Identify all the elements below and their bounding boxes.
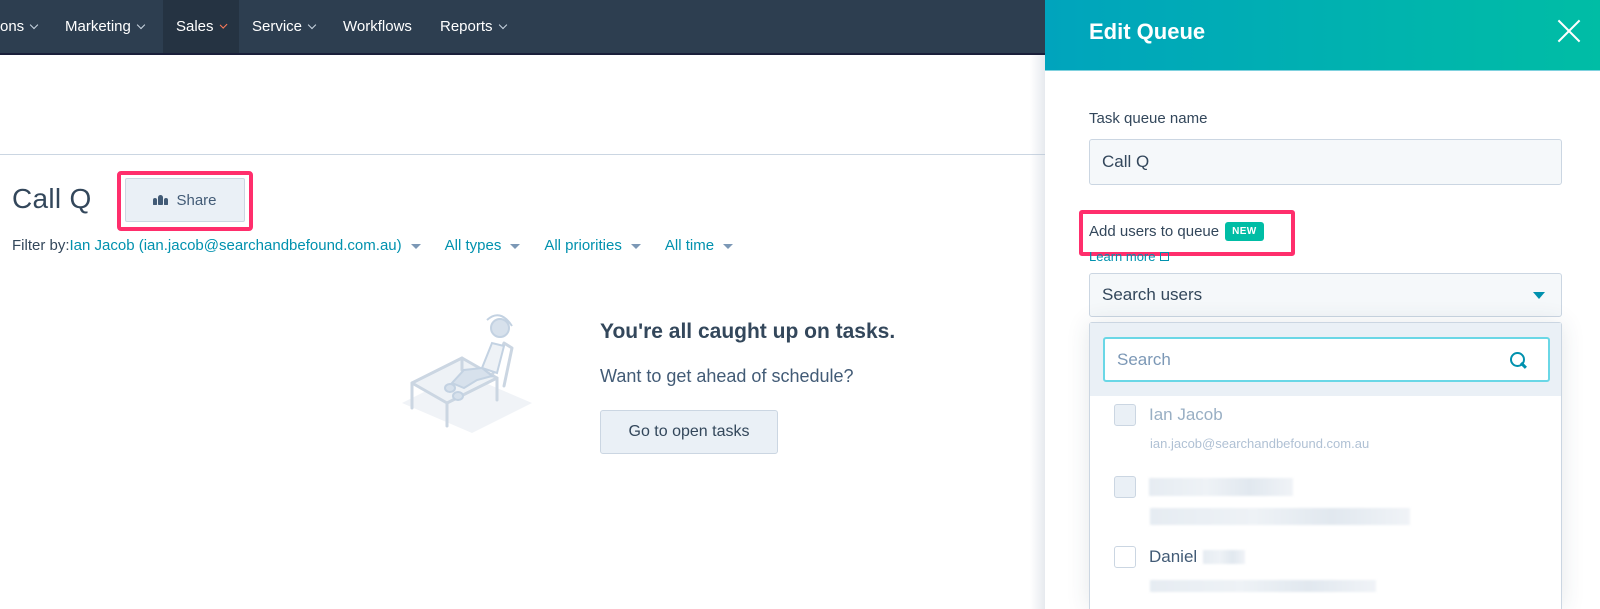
nav-item-label: Workflows	[343, 18, 412, 35]
edit-queue-panel: Edit Queue Task queue name Add users to …	[1045, 0, 1600, 609]
user-checkbox[interactable]	[1114, 546, 1136, 568]
redacted-user-surname	[1203, 550, 1246, 564]
empty-state-title: You're all caught up on tasks.	[600, 320, 896, 343]
divider	[0, 154, 1045, 155]
queue-name-label: Task queue name	[1089, 110, 1208, 127]
search-users-placeholder: Search users	[1102, 285, 1203, 304]
add-users-label: Add users to queue NEW	[1089, 222, 1264, 241]
priority-filter-label: All priorities	[544, 237, 622, 254]
relaxing-person-illustration	[402, 314, 532, 433]
add-users-label-text: Add users to queue	[1089, 223, 1220, 240]
search-icon[interactable]	[1510, 352, 1528, 370]
chevron-down-icon	[219, 20, 228, 29]
close-icon[interactable]	[1556, 18, 1582, 44]
users-dropdown-menu: Ian Jacob ian.jacob@searchandbefound.com…	[1089, 322, 1562, 609]
type-filter-label: All types	[444, 237, 502, 254]
owner-filter-label: Ian Jacob (ian.jacob@searchandbefound.co…	[69, 237, 402, 254]
share-button[interactable]: Share	[125, 178, 245, 222]
panel-title: Edit Queue	[1089, 19, 1206, 44]
chevron-down-icon	[307, 20, 317, 29]
share-button-label: Share	[176, 191, 217, 209]
user-option[interactable]: Ian Jacob	[1114, 404, 1223, 426]
priority-filter-dropdown[interactable]: All priorities	[544, 237, 641, 254]
chevron-down-icon	[498, 20, 507, 29]
redacted-user-email	[1150, 580, 1376, 592]
learn-more-label: Learn more	[1089, 250, 1156, 262]
user-email: ian.jacob@searchandbefound.com.au	[1150, 436, 1370, 451]
nav-item-marketing[interactable]: Marketing	[52, 0, 157, 53]
external-link-icon	[1160, 251, 1170, 261]
nav-item-sales[interactable]: Sales	[163, 0, 239, 53]
filter-label: Filter by:	[12, 237, 70, 254]
caret-down-icon	[510, 244, 521, 249]
user-option[interactable]	[1114, 476, 1293, 498]
user-name: Daniel	[1149, 547, 1198, 566]
caret-down-icon	[1533, 292, 1545, 299]
new-badge: NEW	[1225, 222, 1264, 241]
panel-header: Edit Queue	[1045, 0, 1600, 71]
empty-state-subtitle: Want to get ahead of schedule?	[600, 366, 854, 386]
search-users-select[interactable]: Search users	[1089, 273, 1562, 317]
learn-more-link[interactable]: Learn more	[1089, 250, 1170, 262]
nav-item-label: Reports	[440, 18, 493, 35]
chevron-down-icon	[29, 20, 39, 29]
nav-item-workflows[interactable]: Workflows	[330, 0, 425, 53]
owner-filter-dropdown[interactable]: Ian Jacob (ian.jacob@searchandbefound.co…	[70, 237, 421, 254]
caret-down-icon	[630, 244, 641, 249]
panel-shadow	[1030, 55, 1046, 609]
team-icon	[153, 195, 169, 205]
nav-item-service[interactable]: Service	[239, 0, 328, 53]
caret-down-icon	[410, 244, 421, 249]
user-checkbox[interactable]	[1114, 404, 1136, 426]
nav-item-label: ons	[0, 18, 25, 35]
redacted-user-name	[1149, 478, 1293, 496]
dropdown-search-area	[1090, 323, 1561, 396]
time-filter-label: All time	[664, 237, 715, 254]
nav-item-label: Sales	[176, 18, 214, 35]
time-filter-dropdown[interactable]: All time	[664, 237, 734, 254]
user-search-input[interactable]	[1103, 337, 1550, 382]
nav-item-integrations[interactable]: ons	[0, 0, 50, 53]
user-checkbox[interactable]	[1114, 476, 1136, 498]
user-name: Ian Jacob	[1149, 405, 1223, 424]
nav-item-label: Service	[252, 18, 303, 35]
redacted-user-email	[1150, 508, 1410, 525]
user-option[interactable]: Daniel	[1114, 546, 1246, 568]
chevron-down-icon	[136, 20, 146, 29]
filter-bar: Filter by: Ian Jacob (ian.jacob@searchan…	[12, 237, 734, 254]
caret-down-icon	[723, 244, 734, 249]
go-to-open-tasks-button[interactable]: Go to open tasks	[600, 410, 778, 454]
nav-item-label: Marketing	[65, 18, 131, 35]
page-title: Call Q	[12, 183, 92, 214]
queue-name-input[interactable]	[1089, 139, 1562, 185]
nav-item-reports[interactable]: Reports	[427, 0, 519, 53]
type-filter-dropdown[interactable]: All types	[445, 237, 521, 254]
